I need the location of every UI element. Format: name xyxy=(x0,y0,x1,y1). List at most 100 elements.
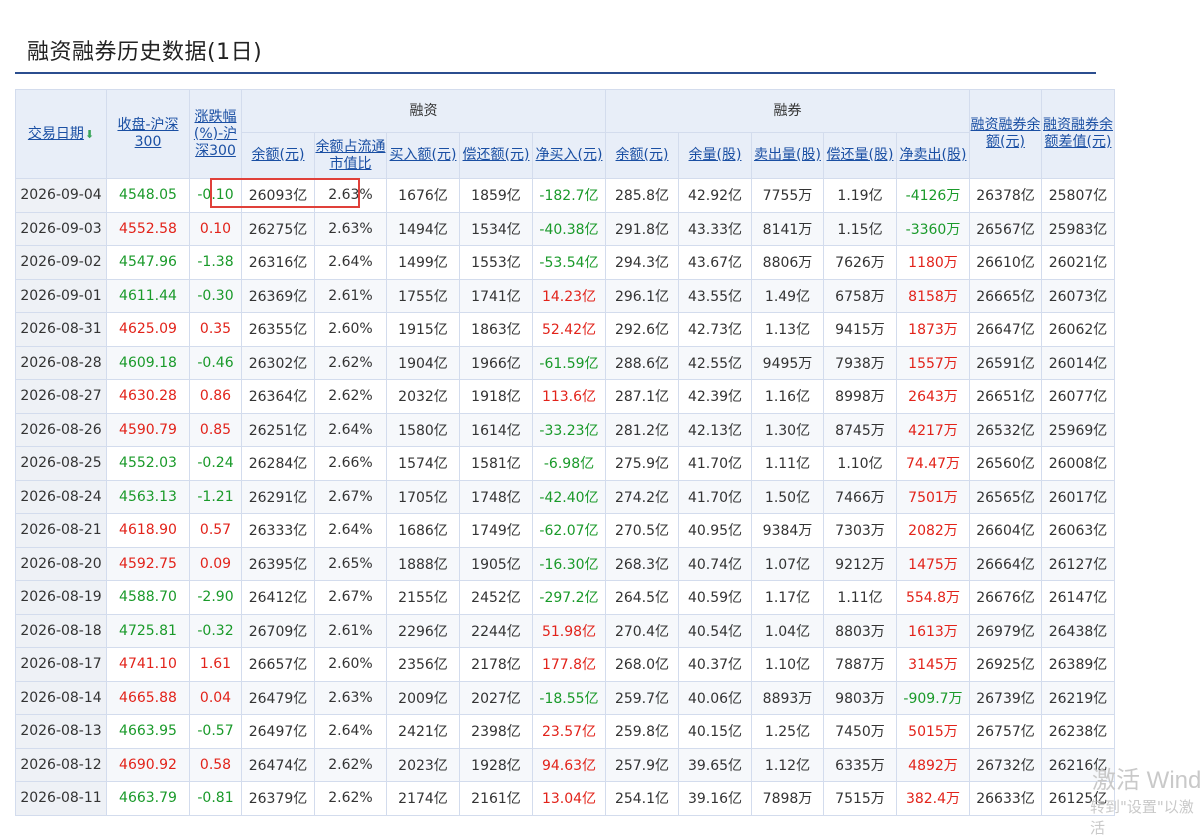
sort-short-volume-link[interactable]: 余量(股) xyxy=(689,147,742,163)
cell-close: 4663.79 xyxy=(106,781,190,816)
cell-margin-ratio: 2.62% xyxy=(314,345,387,380)
cell-close: 4552.03 xyxy=(106,446,190,481)
col-header-margin-buy[interactable]: 买入额(元) xyxy=(386,132,460,179)
cell-total: 26633亿 xyxy=(969,781,1042,816)
sort-short-sell-link[interactable]: 卖出量(股) xyxy=(754,147,821,163)
cell-margin-balance: 26709亿 xyxy=(241,613,315,648)
cell-date: 2026-09-02 xyxy=(15,245,107,280)
cell-short-net: 8158万 xyxy=(896,278,970,313)
cell-short-net: 74.47万 xyxy=(896,446,970,481)
sort-date-link[interactable]: 交易日期 xyxy=(28,126,84,142)
col-header-short-balance[interactable]: 余额(元) xyxy=(605,132,679,179)
cell-margin-buy: 2421亿 xyxy=(386,714,460,749)
cell-margin-net: 23.57亿 xyxy=(532,714,606,749)
cell-date: 2026-08-19 xyxy=(15,580,107,615)
cell-margin-buy: 1915亿 xyxy=(386,312,460,347)
cell-change: -2.90 xyxy=(189,580,242,615)
cell-short-volume: 41.70亿 xyxy=(678,479,752,514)
cell-total: 26651亿 xyxy=(969,379,1042,414)
cell-total: 26532亿 xyxy=(969,412,1042,447)
cell-margin-repay: 1928亿 xyxy=(459,747,533,782)
cell-margin-ratio: 2.64% xyxy=(314,513,387,548)
col-header-margin-balance[interactable]: 余额(元) xyxy=(241,132,315,179)
cell-margin-ratio: 2.64% xyxy=(314,412,387,447)
cell-total: 26610亿 xyxy=(969,245,1042,280)
cell-change: -0.24 xyxy=(189,446,242,481)
cell-margin-ratio: 2.62% xyxy=(314,747,387,782)
table-row: 2026-08-19 4588.70 -2.90 26412亿 2.67% 2155亿 24… xyxy=(15,580,1115,615)
cell-short-repay: 8745万 xyxy=(823,412,897,447)
cell-short-sell: 1.13亿 xyxy=(751,312,824,347)
cell-close: 4663.95 xyxy=(106,714,190,749)
cell-diff: 25969亿 xyxy=(1041,412,1115,447)
cell-margin-balance: 26355亿 xyxy=(241,312,315,347)
col-header-short-repay[interactable]: 偿还量(股) xyxy=(823,132,897,179)
cell-short-volume: 40.59亿 xyxy=(678,580,752,615)
col-header-change[interactable]: 涨跌幅(%)-沪深300 xyxy=(189,89,242,179)
sort-margin-repay-link[interactable]: 偿还额(元) xyxy=(463,147,530,163)
cell-margin-buy: 1755亿 xyxy=(386,278,460,313)
cell-short-balance: 292.6亿 xyxy=(605,312,679,347)
page-title: 融资融券历史数据(1日) xyxy=(27,40,263,65)
col-header-total[interactable]: 融资融券余额(元) xyxy=(969,89,1042,179)
col-header-margin-ratio[interactable]: 余额占流通市值比 xyxy=(314,132,387,179)
cell-diff: 26219亿 xyxy=(1041,680,1115,715)
sort-change-link[interactable]: 涨跌幅(%)-沪深300 xyxy=(194,109,237,159)
cell-margin-balance: 26474亿 xyxy=(241,747,315,782)
sort-close-link[interactable]: 收盘-沪深300 xyxy=(117,117,178,150)
col-header-short-volume[interactable]: 余量(股) xyxy=(678,132,752,179)
cell-short-balance: 264.5亿 xyxy=(605,580,679,615)
cell-date: 2026-08-28 xyxy=(15,345,107,380)
cell-date: 2026-09-03 xyxy=(15,211,107,246)
sort-margin-buy-link[interactable]: 买入额(元) xyxy=(390,147,457,163)
sort-margin-net-link[interactable]: 净买入(元) xyxy=(536,147,603,163)
sort-diff-link[interactable]: 融资融券余额差值(元) xyxy=(1043,117,1113,150)
cell-diff: 26438亿 xyxy=(1041,613,1115,648)
cell-margin-buy: 2296亿 xyxy=(386,613,460,648)
cell-short-volume: 40.95亿 xyxy=(678,513,752,548)
col-header-diff[interactable]: 融资融券余额差值(元) xyxy=(1041,89,1115,179)
sort-short-net-link[interactable]: 净卖出(股) xyxy=(900,147,967,163)
col-header-margin-repay[interactable]: 偿还额(元) xyxy=(459,132,533,179)
cell-total: 26676亿 xyxy=(969,580,1042,615)
cell-diff: 26073亿 xyxy=(1041,278,1115,313)
cell-margin-net: -62.07亿 xyxy=(532,513,606,548)
cell-short-balance: 296.1亿 xyxy=(605,278,679,313)
cell-margin-buy: 1888亿 xyxy=(386,546,460,581)
cell-diff: 26063亿 xyxy=(1041,513,1115,548)
cell-short-balance: 274.2亿 xyxy=(605,479,679,514)
sort-down-icon[interactable]: ⬇ xyxy=(85,128,94,141)
sort-short-repay-link[interactable]: 偿还量(股) xyxy=(827,147,894,163)
cell-diff: 26017亿 xyxy=(1041,479,1115,514)
cell-margin-net: -61.59亿 xyxy=(532,345,606,380)
cell-margin-buy: 2032亿 xyxy=(386,379,460,414)
cell-short-repay: 7626万 xyxy=(823,245,897,280)
cell-margin-net: -16.30亿 xyxy=(532,546,606,581)
col-header-margin-net[interactable]: 净买入(元) xyxy=(532,132,606,179)
table-row: 2026-08-14 4665.88 0.04 26479亿 2.63% 2009亿 202… xyxy=(15,680,1115,715)
cell-margin-balance: 26657亿 xyxy=(241,647,315,682)
sort-short-balance-link[interactable]: 余额(元) xyxy=(616,147,669,163)
cell-total: 26665亿 xyxy=(969,278,1042,313)
sort-margin-ratio-link[interactable]: 余额占流通市值比 xyxy=(316,139,386,172)
col-header-close[interactable]: 收盘-沪深300 xyxy=(106,89,190,179)
col-header-date[interactable]: 交易日期⬇ xyxy=(15,89,107,179)
cell-margin-buy: 2174亿 xyxy=(386,781,460,816)
cell-margin-ratio: 2.61% xyxy=(314,278,387,313)
col-header-short-sell[interactable]: 卖出量(股) xyxy=(751,132,824,179)
cell-short-balance: 281.2亿 xyxy=(605,412,679,447)
group-header-margin: 融资 xyxy=(241,89,606,133)
table-row: 2026-08-26 4590.79 0.85 26251亿 2.64% 1580亿 161… xyxy=(15,412,1115,447)
cell-total: 26732亿 xyxy=(969,747,1042,782)
cell-short-volume: 39.16亿 xyxy=(678,781,752,816)
col-header-short-net[interactable]: 净卖出(股) xyxy=(896,132,970,179)
cell-diff: 26238亿 xyxy=(1041,714,1115,749)
cell-margin-ratio: 2.67% xyxy=(314,479,387,514)
sort-total-link[interactable]: 融资融券余额(元) xyxy=(971,117,1041,150)
cell-margin-buy: 2023亿 xyxy=(386,747,460,782)
cell-margin-balance: 26251亿 xyxy=(241,412,315,447)
cell-margin-net: 177.8亿 xyxy=(532,647,606,682)
cell-margin-net: -42.40亿 xyxy=(532,479,606,514)
cell-short-balance: 287.1亿 xyxy=(605,379,679,414)
sort-margin-balance-link[interactable]: 余额(元) xyxy=(252,147,305,163)
